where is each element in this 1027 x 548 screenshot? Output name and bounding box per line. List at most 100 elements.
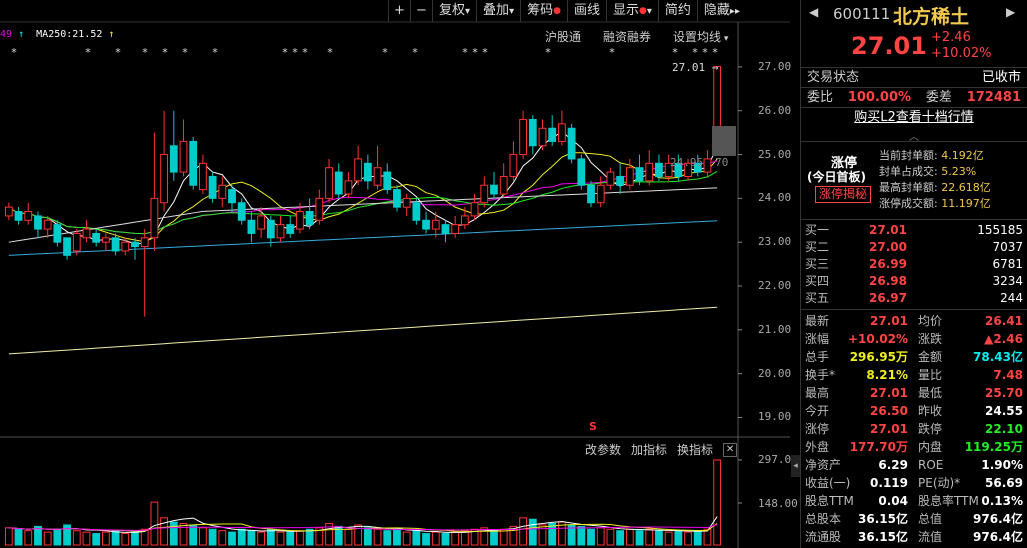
bid-price: 27.01 [869, 223, 907, 237]
volume-bar [237, 528, 246, 546]
stat-cell: 最新 27.01 [805, 312, 914, 330]
volume-bar [451, 531, 460, 546]
volume-bar [625, 528, 634, 546]
stat-value: 6.29 [878, 458, 908, 472]
event-star-icon: * [115, 46, 121, 59]
candle-body [412, 202, 421, 221]
stat-label: 总股本 [805, 512, 842, 526]
quote-panel: ◀ 600111 北方稀土 ▶ 27.01 +2.46 +10.02% 交易状态… [800, 0, 1027, 548]
stat-value: 27.01 [870, 314, 908, 328]
candle-body [354, 158, 363, 182]
ma250-line [8, 306, 718, 355]
volume-bar [286, 531, 295, 546]
volume-bar [616, 530, 625, 546]
scroll-block[interactable] [712, 126, 736, 156]
stat-row: 最高 27.01 最低 25.70 [801, 384, 1027, 402]
volume-bar [208, 528, 217, 546]
bid-level-label: 买四 [805, 274, 830, 288]
event-star-icon: * [162, 46, 168, 59]
stat-row: 今开 26.50 昨收 24.55 [801, 402, 1027, 420]
prev-stock-icon[interactable]: ◀ [809, 5, 818, 19]
event-star-icon: * [85, 46, 91, 59]
switch-indicator-button[interactable]: 换指标 [677, 441, 713, 458]
candle-body [567, 127, 576, 160]
candle-body [131, 241, 139, 248]
candle-body [179, 140, 188, 173]
candle-body [111, 237, 120, 252]
candle-body [480, 184, 489, 204]
candle-body [296, 211, 304, 230]
volume-bar [296, 530, 304, 546]
volume-bar [519, 517, 527, 546]
stat-row: 净资产 6.29 ROE 1.90% [801, 456, 1027, 474]
volume-bar [635, 530, 644, 546]
candle-body [247, 219, 256, 234]
stat-label: 涨跌 [918, 332, 943, 346]
volume-bar [169, 521, 178, 546]
kline-chart-area[interactable]: + − 复权▾ 叠加▾ 筹码● 画线 显示●▾ 简约 隐藏▸▸ 49 ↑ MA2… [0, 0, 798, 548]
add-indicator-button[interactable]: 加指标 [631, 441, 667, 458]
stat-label: 今开 [805, 404, 830, 418]
bid-price: 27.00 [869, 240, 907, 254]
volume-bar [412, 530, 421, 546]
stat-label: 涨幅 [805, 332, 830, 346]
close-icon[interactable]: ✕ [723, 442, 738, 457]
volume-bar [92, 533, 101, 546]
volume-bar [587, 528, 595, 546]
candle-body [315, 197, 324, 221]
candle-body [208, 175, 217, 199]
stat-row: 最新 27.01 均价 26.41 [801, 312, 1027, 330]
stat-cell: 跌停 22.10 [914, 420, 1023, 438]
candle-body [218, 184, 227, 199]
volume-bar [121, 533, 130, 546]
candle-body [72, 232, 81, 252]
limit-up-block: 涨停 (今日首板) 涨停揭秘 当前封单额: 4.192亿 封单占成交: 5.23… [801, 142, 1027, 220]
weibi-row: 委比 100.00% 委差 172481 [801, 88, 1027, 108]
volume-bar [266, 528, 275, 546]
candle-body [528, 118, 537, 147]
volume-bar [247, 530, 256, 546]
candle-body [53, 224, 62, 243]
stat-label: 最新 [805, 314, 830, 328]
stat-label: 总手 [805, 350, 830, 364]
bid-volume: 3234 [992, 274, 1023, 288]
stat-label: 内盘 [918, 440, 943, 454]
candle-body [645, 162, 654, 182]
stat-value: 976.4亿 [973, 512, 1023, 526]
edit-params-button[interactable]: 改参数 [585, 441, 621, 458]
candle-body [538, 127, 547, 147]
limit-up-reveal-button[interactable]: 涨停揭秘 [815, 186, 872, 203]
event-star-icon: * [482, 46, 488, 59]
candle-body [509, 154, 518, 177]
stat-value: 22.10 [985, 422, 1023, 436]
stat-cell: 总值 976.4亿 [914, 510, 1023, 528]
candle-body [548, 127, 557, 142]
stat-cell: 最高 27.01 [805, 384, 914, 402]
mid-label: 24.95 70 [670, 156, 729, 169]
stat-label: PE(动)* [918, 476, 961, 490]
bid-row: 买三 26.99 6781 [801, 256, 1027, 273]
candle-body [334, 171, 343, 195]
collapse-up-icon[interactable]: ︿ [801, 128, 1027, 143]
volume-bar [218, 530, 227, 546]
collapse-arrow-icon[interactable]: ◂ [791, 455, 800, 477]
bid-volume: 7037 [992, 240, 1023, 254]
event-star-icon: * [692, 46, 698, 59]
stat-cell: 总手 296.95万 [805, 348, 914, 366]
volume-bar [82, 531, 91, 546]
volume-bar [305, 528, 314, 546]
bid-level-label: 买二 [805, 240, 830, 254]
volume-bar [14, 528, 23, 546]
stock-name: 北方稀土 [893, 6, 970, 28]
event-star-icon: * [472, 46, 478, 59]
candle-body [92, 232, 101, 243]
l2-upgrade-link[interactable]: 购买L2查看十档行情 [801, 108, 1027, 128]
stat-cell: 净资产 6.29 [805, 456, 914, 474]
volume-bar [63, 524, 71, 546]
stat-value: 8.21% [866, 368, 908, 382]
candle-body [431, 219, 440, 230]
next-stock-icon[interactable]: ▶ [1006, 5, 1015, 19]
candle-body [305, 211, 314, 226]
stat-cell: 流通股 36.15亿 [805, 528, 914, 546]
weicha-value: 172481 [966, 90, 1021, 105]
